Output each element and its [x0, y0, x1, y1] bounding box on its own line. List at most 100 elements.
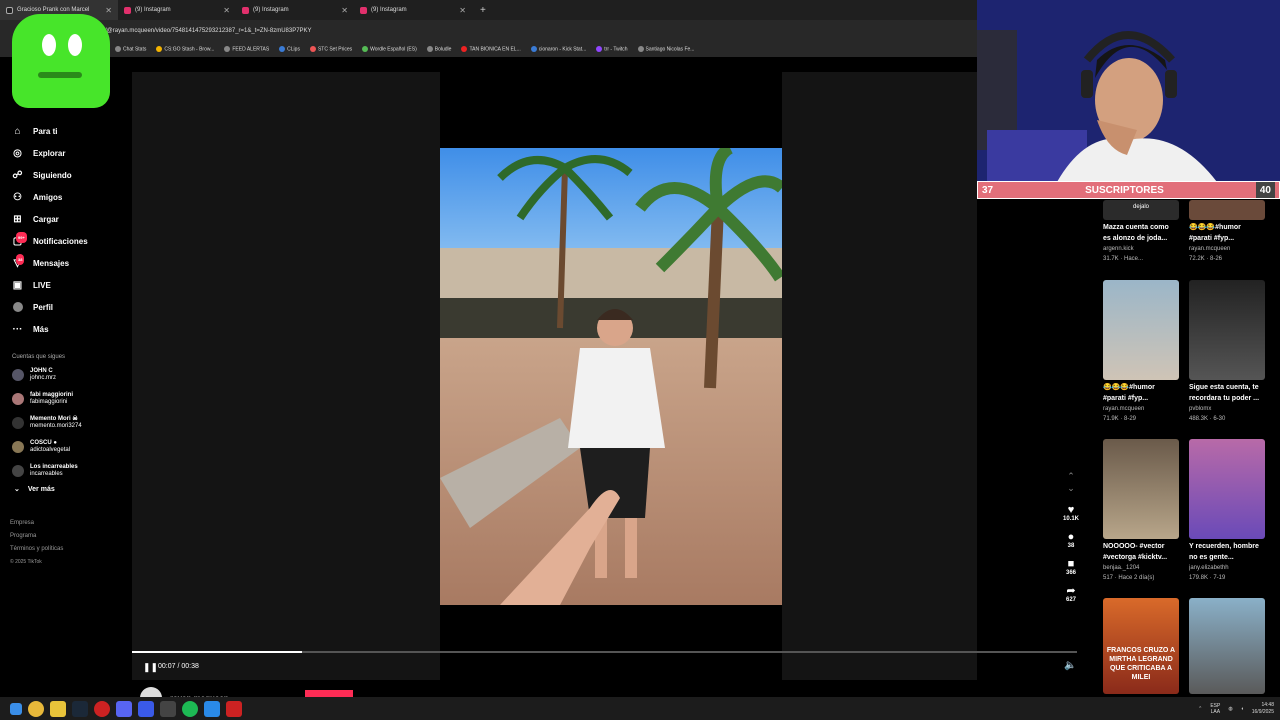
sidebar-item-label: Notificaciones	[33, 236, 88, 246]
volume-icon[interactable]: ◖	[1241, 706, 1244, 712]
chevron-up-icon[interactable]: ⌃	[1060, 470, 1082, 482]
bookmarks-bar: Chat Stats CS:GO Stash - Brow... FEED AL…	[0, 42, 977, 57]
bookmark[interactable]: CLips	[279, 46, 300, 53]
related-video-card[interactable]: NOOOOO- #vector #vectorga #kicktv... ben…	[1103, 439, 1179, 583]
like-heart-icon[interactable]: ♥	[1060, 504, 1082, 516]
bookmark[interactable]: Wordle Español (ES)	[362, 46, 417, 53]
related-video-card[interactable]: Y recuerden, hombre no es gente... jany.…	[1189, 439, 1265, 583]
bell-icon: ▢99+	[12, 231, 27, 247]
sidebar-item-notificaciones[interactable]: ▢99+ Notificaciones	[0, 230, 130, 252]
windows-start-icon[interactable]	[10, 702, 22, 715]
message-badge: 38	[16, 253, 25, 265]
bookmark[interactable]: Chat Stats	[115, 46, 146, 53]
language-indicator[interactable]: ESP LAA	[1210, 703, 1220, 715]
spotify-icon[interactable]	[182, 700, 198, 717]
app-icon[interactable]	[204, 700, 220, 717]
comment-icon[interactable]: ●	[1060, 531, 1082, 543]
chrome-icon[interactable]	[28, 700, 44, 717]
following-account[interactable]: COSCU ● adictoalvegetal	[0, 435, 130, 459]
sidebar-item-amigos[interactable]: ⚇ Amigos	[0, 186, 130, 208]
video-thumbnail	[1189, 439, 1265, 539]
app-icon[interactable]	[160, 700, 176, 717]
sidebar: ⌂ Para ti ◎ Explorar ☍ Siguiendo ⚇ Amigo…	[0, 120, 130, 696]
bookmark[interactable]: trr - Twitch	[596, 46, 628, 53]
share-icon[interactable]: ➦	[1060, 585, 1082, 597]
sidebar-item-mensajes[interactable]: ▽38 Mensajes	[0, 252, 130, 274]
sidebar-item-perfil[interactable]: Perfil	[0, 296, 130, 318]
clock[interactable]: 14:48 16/9/2025	[1252, 702, 1274, 716]
browser-tab[interactable]: (9) Instagram ✕	[354, 0, 472, 20]
close-tab-icon[interactable]: ✕	[105, 6, 112, 15]
sidebar-item-label: Perfil	[33, 302, 54, 312]
sidebar-item-mas[interactable]: ··· Más	[0, 318, 130, 340]
bookmark-icon[interactable]: ■	[1060, 558, 1082, 570]
close-tab-icon[interactable]: ✕	[459, 6, 466, 15]
clock-date: 16/9/2025	[1251, 708, 1274, 715]
sidebar-item-label: Para ti	[33, 126, 58, 136]
sidebar-item-cargar[interactable]: ⊞ Cargar	[0, 208, 130, 230]
app-icon[interactable]	[226, 700, 242, 717]
close-tab-icon[interactable]: ✕	[341, 6, 348, 15]
footer-link[interactable]: Programa	[10, 530, 130, 543]
action-bar: ⌃ ⌄ ♥ 10.1K ● 38 ■ 366 ➦ 627	[1060, 470, 1082, 612]
sidebar-item-label: Explorar	[33, 148, 66, 158]
bookmark[interactable]: TAN BIONICA EN EL...	[461, 46, 521, 53]
video-author-name: benjaa._1204	[1103, 565, 1140, 571]
subscriber-goal-bar: 37 SUSCRIPTORES 40	[977, 181, 1280, 199]
bookmark[interactable]: FEED ALERTAS	[224, 46, 269, 53]
system-tray: ⌃ ESP LAA ◍ ◖ 14:48 16/9/2025	[1198, 697, 1274, 720]
browser-tab[interactable]: (9) Instagram ✕	[236, 0, 354, 20]
compass-icon: ◎	[13, 147, 22, 159]
related-video-card[interactable]: FRANCOS CRUZO A MIRTHA LEGRAND QUE CRITI…	[1103, 598, 1179, 694]
bookmark[interactable]: Boludle	[426, 46, 451, 53]
app-icon[interactable]	[138, 700, 154, 717]
discord-icon[interactable]	[116, 700, 132, 717]
following-account[interactable]: Los incarreables incarreables	[0, 459, 130, 483]
app-icon[interactable]	[94, 700, 110, 717]
video-frame[interactable]	[440, 148, 782, 605]
footer-link[interactable]: Términos y políticas	[10, 543, 130, 556]
related-video-card[interactable]: Sigue esta cuenta, te recordara tu poder…	[1189, 280, 1265, 424]
close-tab-icon[interactable]: ✕	[223, 6, 230, 15]
avatar	[12, 465, 24, 477]
chevron-up-icon[interactable]: ⌃	[1198, 706, 1202, 712]
sidebar-item-explorar[interactable]: ◎ Explorar	[0, 142, 130, 164]
subscriber-goal: 40	[1255, 182, 1275, 198]
account-handle: memento.mori3274	[30, 423, 82, 429]
folder-icon[interactable]	[50, 700, 66, 717]
sidebar-item-label: Siguiendo	[33, 170, 72, 180]
sidebar-item-para-ti[interactable]: ⌂ Para ti	[0, 120, 130, 142]
footer-links: Empresa Programa Términos y políticas © …	[0, 517, 130, 569]
bookmark[interactable]: STC Set Prices	[309, 46, 352, 53]
related-video-card[interactable]: dejalo Mazza cuenta como es alonzo de jo…	[1103, 200, 1179, 264]
pause-button[interactable]: ❚❚	[143, 662, 158, 673]
following-account[interactable]: fabi maggiorini fabimaggiorini	[0, 387, 130, 411]
related-video-card[interactable]: 😂😂😂#humor #parati #fyp... rayan.mcqueen …	[1103, 280, 1179, 424]
bookmark[interactable]: cionaron - Kick Stat...	[530, 46, 586, 53]
bookmark[interactable]: CS:GO Stash - Brow...	[156, 46, 214, 53]
related-video-card[interactable]	[1189, 598, 1265, 694]
address-bar[interactable]: m/@rayan.mcqueen/video/75481414752932123…	[0, 20, 977, 42]
save-count: 366	[1065, 570, 1076, 576]
footer-link[interactable]: Empresa	[10, 517, 130, 530]
tab-title: (9) Instagram	[371, 7, 407, 13]
share-count: 627	[1065, 597, 1076, 603]
volume-icon[interactable]: 🔈	[1064, 660, 1076, 671]
steam-icon[interactable]	[72, 700, 88, 717]
see-more-button[interactable]: ⌄ Ver más	[0, 485, 130, 494]
tiktok-favicon-icon	[6, 6, 13, 14]
video-caption: es alonzo de joda...	[1103, 235, 1168, 242]
related-video-card[interactable]: 😂😂😂#humor #parati #fyp... rayan.mcqueen …	[1189, 200, 1265, 264]
following-account[interactable]: JOHN Cjohnc.mrz	[0, 363, 130, 387]
sidebar-item-siguiendo[interactable]: ☍ Siguiendo	[0, 164, 130, 186]
bookmark[interactable]: Santiago Nicolas Fe...	[637, 46, 694, 53]
new-tab-button[interactable]: +	[480, 5, 486, 16]
following-account[interactable]: Memento Mori ☠ memento.mori3274	[0, 411, 130, 435]
network-icon[interactable]: ◍	[1228, 706, 1232, 712]
sidebar-item-label: Más	[33, 324, 49, 334]
sidebar-item-live[interactable]: ▣ LIVE	[0, 274, 130, 296]
chevron-down-icon[interactable]: ⌄	[1060, 482, 1082, 494]
video-caption: no es gente...	[1189, 554, 1234, 561]
browser-tab[interactable]: (9) Instagram ✕	[118, 0, 236, 20]
account-name: Memento Mori ☠	[30, 416, 78, 422]
